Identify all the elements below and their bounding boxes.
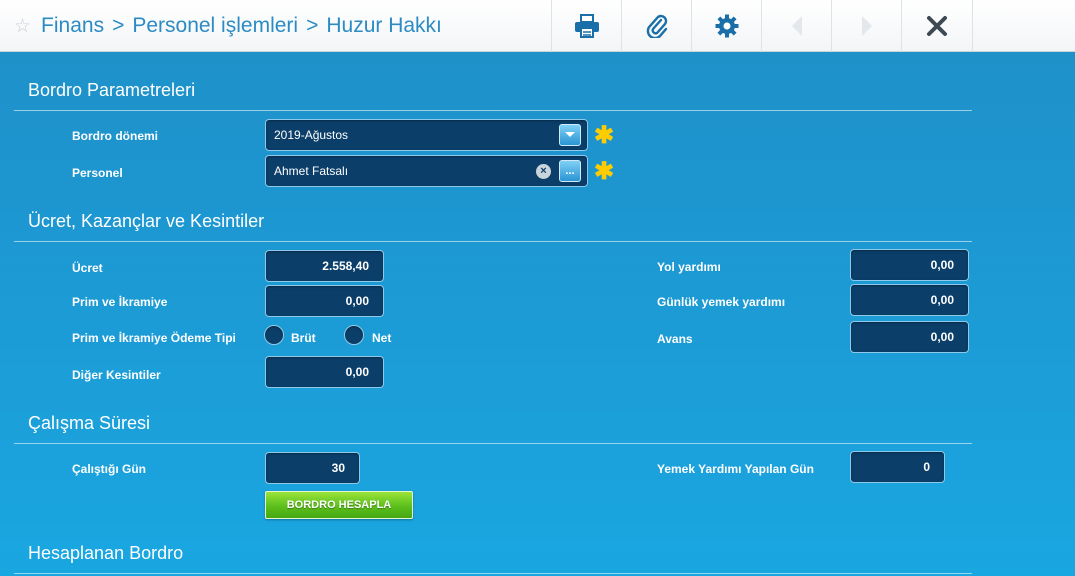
net-radio[interactable]	[344, 325, 364, 345]
avans-label: Avans	[657, 332, 693, 346]
next-icon	[861, 16, 872, 36]
ucret-label: Ücret	[72, 261, 103, 275]
breadcrumb-separator: >	[112, 14, 125, 37]
section-divider	[14, 573, 972, 574]
section-title-result: Hesaplanan Bordro	[28, 543, 184, 563]
gun-label: Çalıştığı Gün	[72, 462, 147, 476]
section-divider	[14, 443, 972, 444]
period-select[interactable]: 2019-Ağustos	[265, 119, 588, 151]
close-button[interactable]	[901, 0, 973, 52]
dropdown-button[interactable]	[559, 124, 581, 146]
attach-icon	[646, 14, 667, 38]
diger-input[interactable]: 0,00	[265, 356, 384, 388]
ucret-input[interactable]: 2.558,40	[265, 250, 384, 282]
net-label[interactable]: Net	[372, 331, 391, 345]
required-mark: ✱	[594, 158, 615, 185]
top-bar: ☆ Finans > Personel işlemleri > Huzur Ha…	[0, 0, 1075, 52]
print-button[interactable]	[551, 0, 621, 52]
breadcrumb-item-current: Huzur Hakkı	[326, 14, 442, 37]
print-icon	[574, 14, 599, 38]
clear-icon[interactable]: ×	[536, 164, 551, 179]
section-divider	[14, 110, 972, 111]
prim-type-label: Prim ve İkramiye Ödeme Tipi	[72, 331, 236, 345]
breadcrumb-item-finans[interactable]: Finans	[41, 14, 104, 38]
section-title-wages: Ücret, Kazançlar ve Kesintiler	[28, 211, 265, 231]
breadcrumb-separator: >	[306, 14, 319, 37]
prim-label: Prim ve İkramiye	[72, 295, 168, 309]
next-button[interactable]	[831, 0, 901, 52]
favorite-star-icon[interactable]: ☆	[14, 15, 31, 38]
avans-input[interactable]: 0,00	[850, 321, 969, 353]
attach-button[interactable]	[621, 0, 691, 52]
personnel-label: Personel	[72, 166, 123, 180]
personnel-input[interactable]: Ahmet Fatsalı × ...	[265, 155, 588, 187]
yemek-gun-input[interactable]: 0	[850, 451, 945, 483]
gun-input[interactable]: 30	[265, 452, 360, 484]
breadcrumb: ☆ Finans > Personel işlemleri > Huzur Ha…	[14, 12, 442, 40]
personnel-value: Ahmet Fatsalı	[274, 164, 349, 178]
brut-radio[interactable]	[264, 325, 284, 345]
previous-button[interactable]	[761, 0, 831, 52]
close-icon	[927, 16, 947, 36]
yemek-label: Günlük yemek yardımı	[657, 295, 786, 309]
prev-icon	[791, 16, 802, 36]
yol-label: Yol yardımı	[657, 260, 721, 274]
section-title-work: Çalışma Süresi	[28, 413, 151, 433]
breadcrumb-item-personel[interactable]: Personel işlemleri	[132, 14, 298, 38]
period-label: Bordro dönemi	[72, 129, 158, 143]
required-mark: ✱	[594, 122, 615, 149]
prim-input[interactable]: 0,00	[265, 285, 384, 317]
diger-label: Diğer Kesintiler	[72, 368, 161, 382]
chevron-down-icon	[565, 132, 575, 137]
yol-input[interactable]: 0,00	[850, 249, 969, 281]
calculate-payroll-button[interactable]: BORDRO HESAPLA	[265, 491, 413, 519]
section-title-params: Bordro Parametreleri	[28, 80, 196, 100]
yemek-gun-label: Yemek Yardımı Yapılan Gün	[657, 462, 814, 476]
section-divider	[14, 241, 972, 242]
settings-button[interactable]	[691, 0, 761, 52]
period-value: 2019-Ağustos	[274, 128, 349, 142]
lookup-button[interactable]: ...	[559, 160, 581, 182]
yemek-input[interactable]: 0,00	[850, 284, 969, 316]
settings-icon	[715, 14, 738, 38]
brut-label[interactable]: Brüt	[291, 331, 316, 345]
